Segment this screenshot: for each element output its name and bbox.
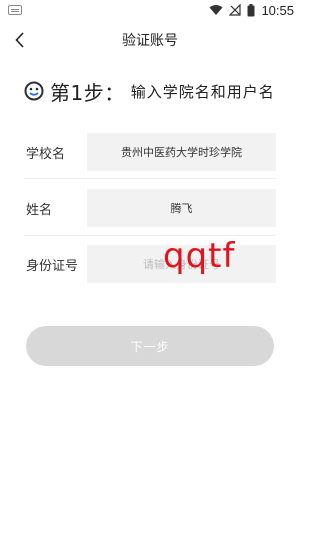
- school-row: 学校名: [24, 133, 276, 171]
- name-label: 姓名: [26, 203, 53, 218]
- next-step-button[interactable]: 下一步: [26, 326, 274, 366]
- battery-icon: [247, 3, 255, 16]
- status-bar: 10:55: [0, 0, 300, 20]
- name-field[interactable]: [87, 189, 276, 227]
- status-icons: 10:55: [209, 2, 294, 18]
- smiley-icon: [24, 81, 44, 101]
- divider: [24, 178, 276, 179]
- header: 验证账号: [0, 24, 300, 56]
- page-title: 验证账号: [122, 33, 178, 49]
- status-time: 10:55: [261, 2, 294, 18]
- divider: [24, 235, 276, 236]
- step-description: 输入学院名和用户名: [130, 82, 275, 101]
- id-card-field[interactable]: [87, 245, 276, 283]
- step-heading: 第1步： 输入学院名和用户名: [24, 78, 275, 105]
- step-number: 第1步：: [50, 80, 125, 105]
- keyboard-icon: [8, 5, 22, 15]
- school-field[interactable]: [87, 133, 276, 171]
- id-card-row: 身份证号: [24, 245, 276, 283]
- id-card-label: 身份证号: [26, 259, 79, 274]
- name-row: 姓名: [24, 189, 276, 227]
- wifi-icon: [209, 5, 223, 15]
- no-signal-icon: [229, 4, 242, 16]
- school-label: 学校名: [26, 147, 66, 162]
